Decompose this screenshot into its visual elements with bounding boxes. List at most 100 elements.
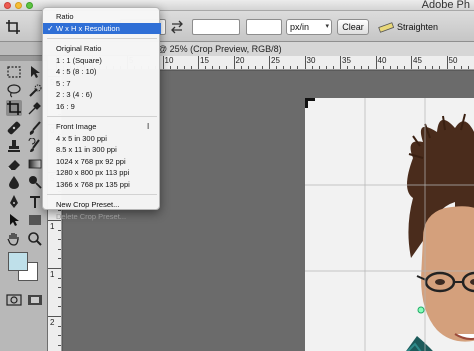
straighten-label[interactable]: Straighten	[397, 22, 438, 32]
crop-preset-label: Delete Crop Preset...	[56, 211, 127, 221]
height-field[interactable]	[192, 19, 240, 35]
crop-preset-label: 1366 x 768 px 135 ppi	[56, 179, 130, 189]
eyedropper-icon[interactable]	[27, 100, 43, 116]
ruler-number: 10	[164, 56, 174, 65]
crop-preset-item[interactable]: 8.5 x 11 in 300 ppi	[43, 144, 161, 155]
crop-preset-label: Original Ratio	[56, 44, 102, 53]
ruler-minor-tick	[169, 66, 171, 69]
history-brush-icon[interactable]	[27, 138, 43, 154]
blur-icon[interactable]	[6, 174, 22, 190]
ruler-minor-tick	[382, 66, 384, 69]
chevron-down-icon: ▾	[325, 23, 329, 30]
ruler-major-tick	[48, 316, 61, 317]
quick-selection-icon[interactable]	[27, 83, 43, 99]
clear-button[interactable]: Clear	[337, 19, 369, 35]
crop-preset-item[interactable]: 1024 x 768 px 92 ppi	[43, 156, 161, 167]
gradient-icon[interactable]	[27, 156, 43, 172]
crop-preset-item: Delete Crop Preset...	[43, 211, 161, 222]
crop-preset-item[interactable]: Ratio	[43, 11, 161, 22]
crop-preset-item[interactable]: 2 : 3 (4 : 6)	[43, 89, 161, 100]
crop-preset-item[interactable]: Original Ratio	[43, 43, 161, 54]
ruler-number: 45	[413, 56, 422, 65]
move-icon[interactable]	[27, 64, 43, 80]
crop-preset-item[interactable]: 1280 x 800 px 113 ppi	[43, 167, 161, 178]
ruler-minor-tick	[325, 66, 327, 69]
crop-preset-item[interactable]: Front Image I	[43, 121, 161, 132]
ruler-minor-tick	[432, 66, 434, 69]
ruler-number: 50	[448, 56, 458, 65]
type-icon[interactable]	[27, 194, 43, 210]
crop-tool-preset-icon[interactable]	[5, 19, 21, 35]
marquee-icon[interactable]	[6, 64, 22, 80]
crop-preset-label: New Crop Preset...	[56, 200, 120, 209]
photo-image	[305, 98, 474, 351]
minimize-window-button[interactable]	[15, 2, 22, 9]
ruler-minor-tick	[460, 66, 462, 69]
ruler-number: 25	[271, 56, 280, 65]
lasso-icon[interactable]	[6, 83, 22, 99]
path-select-icon[interactable]	[6, 212, 22, 228]
ruler-number: 40	[377, 56, 387, 65]
stamp-icon[interactable]	[6, 138, 22, 154]
dodge-icon[interactable]	[27, 174, 43, 190]
ruler-minor-tick	[58, 325, 61, 327]
ruler-number: 15	[200, 56, 209, 65]
close-window-button[interactable]	[4, 2, 11, 9]
brush-icon[interactable]	[27, 120, 43, 136]
resolution-field[interactable]	[246, 19, 282, 35]
resolution-unit-select[interactable]: px/in ▾	[286, 19, 332, 35]
ruler-minor-tick	[368, 66, 370, 69]
swap-dimensions-icon[interactable]	[170, 20, 184, 34]
ruler-number: 20	[235, 56, 245, 65]
zoom-icon[interactable]	[27, 231, 43, 247]
ruler-minor-tick	[311, 66, 313, 69]
ruler-minor-tick	[418, 66, 420, 69]
hand-icon[interactable]	[6, 231, 22, 247]
ruler-minor-tick	[176, 66, 178, 69]
crop-icon[interactable]	[6, 100, 22, 116]
ruler-minor-tick	[261, 66, 263, 69]
ruler-minor-tick	[297, 66, 299, 69]
healing-icon[interactable]	[6, 120, 22, 136]
foreground-color-swatch[interactable]	[8, 252, 28, 271]
ruler-minor-tick	[58, 306, 61, 308]
ruler-major-tick	[375, 56, 377, 69]
document-tab[interactable]: @ 25% (Crop Preview, RGB/8)	[150, 42, 474, 56]
ruler-minor-tick	[58, 287, 61, 289]
crop-preset-label: Front Image	[56, 122, 97, 131]
crop-preset-item[interactable]: 4 x 5 in 300 ppi	[43, 133, 161, 144]
photoshop-window: Adobe Ph px/in ▾ Clear Straighten @ 25% …	[0, 0, 474, 351]
straighten-icon[interactable]	[378, 20, 395, 34]
ruler-major-tick	[411, 56, 412, 69]
crop-preset-item[interactable]: 1366 x 768 px 135 ppi	[43, 179, 161, 190]
crop-preset-item[interactable]: 16 : 9	[43, 101, 161, 112]
ruler-minor-tick	[361, 66, 363, 69]
ruler-minor-tick	[58, 229, 61, 231]
ruler-minor-tick	[347, 66, 349, 69]
resolution-unit-value: px/in	[290, 22, 310, 32]
crop-preset-label: 2 : 3 (4 : 6)	[56, 90, 93, 99]
ruler-minor-tick	[389, 66, 391, 69]
ruler-minor-tick	[58, 335, 61, 337]
crop-preset-item[interactable]: 1 : 1 (Square)	[43, 55, 161, 66]
zoom-window-button[interactable]	[26, 2, 33, 9]
screen-mode-icon[interactable]	[6, 292, 22, 308]
ruler-minor-tick	[219, 66, 221, 69]
crop-preset-item[interactable]: 4 : 5 (8 : 10)	[43, 66, 161, 77]
pen-icon[interactable]	[6, 194, 22, 210]
ruler-minor-tick	[58, 277, 61, 279]
ruler-minor-tick	[396, 66, 398, 69]
ruler-minor-tick	[58, 258, 61, 260]
eraser-icon[interactable]	[6, 156, 22, 172]
crop-handle-top-left-vertical[interactable]	[305, 98, 308, 108]
ruler-minor-tick	[354, 66, 356, 69]
quick-mask-icon[interactable]	[27, 292, 43, 308]
ruler-minor-tick	[190, 66, 192, 69]
crop-preset-item[interactable]: 5 : 7	[43, 78, 161, 89]
crop-preset-item[interactable]: New Crop Preset...	[43, 199, 161, 210]
ruler-major-tick	[446, 56, 448, 69]
ruler-number: 1	[50, 222, 55, 231]
crop-preset-item[interactable]: ✓ W x H x Resolution	[43, 22, 161, 34]
shape-icon[interactable]	[27, 212, 43, 228]
crop-preset-label: W x H x Resolution	[56, 23, 120, 33]
